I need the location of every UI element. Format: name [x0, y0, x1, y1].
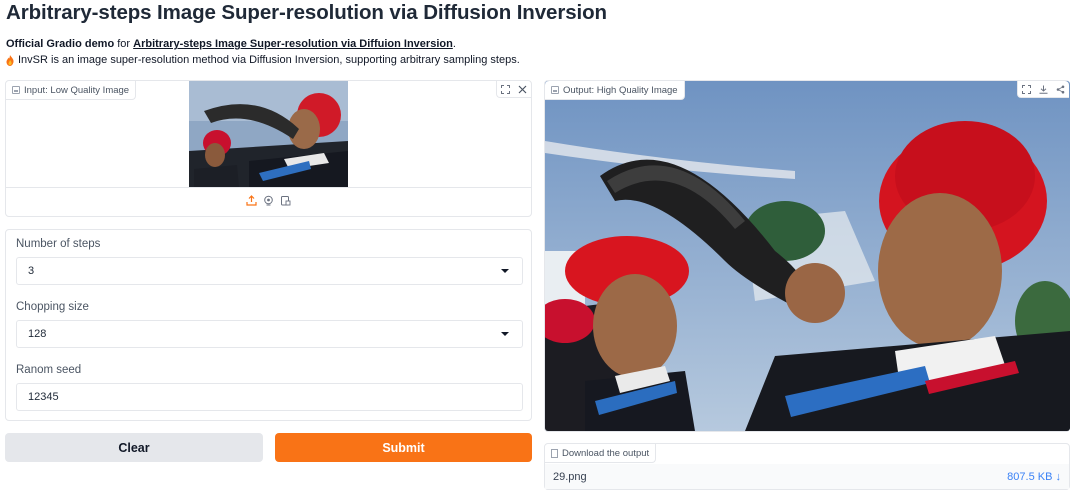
page-title: Arbitrary-steps Image Super-resolution v…	[6, 1, 607, 24]
chevron-down-icon	[501, 332, 509, 336]
output-image	[545, 81, 1070, 431]
fire-icon	[6, 54, 14, 66]
upload-icon[interactable]	[246, 193, 257, 211]
download-icon[interactable]	[1035, 81, 1052, 97]
file-name[interactable]: 29.png	[553, 471, 587, 483]
settings-panel: Number of steps 3 Chopping size 128 Rano…	[5, 229, 532, 421]
steps-label: Number of steps	[16, 238, 101, 250]
image-icon	[551, 86, 559, 94]
webcam-icon[interactable]	[263, 193, 274, 211]
download-panel: Download the output 29.png 807.5 KB ↓	[544, 443, 1070, 490]
output-image-panel: Output: High Quality Image	[544, 80, 1070, 432]
file-row[interactable]: 29.png 807.5 KB ↓	[545, 464, 1069, 489]
output-tools	[1017, 81, 1069, 98]
input-image-panel[interactable]: Input: Low Quality Image	[5, 80, 532, 217]
clear-button[interactable]: Clear	[5, 433, 263, 462]
description-end: .	[452, 38, 456, 50]
image-icon	[12, 86, 20, 94]
description-text: InvSR is an image super-resolution metho…	[18, 54, 520, 66]
description-bold: Official Gradio demo	[6, 38, 115, 50]
submit-button[interactable]: Submit	[275, 433, 532, 462]
chop-size-dropdown[interactable]: 128	[16, 320, 523, 348]
chop-value: 128	[28, 328, 47, 340]
input-image	[189, 81, 348, 187]
input-tools	[496, 81, 531, 98]
share-icon[interactable]	[1052, 81, 1069, 97]
seed-input[interactable]: 12345	[16, 383, 523, 411]
file-size-download-link[interactable]: 807.5 KB ↓	[1007, 471, 1061, 483]
fullscreen-icon[interactable]	[497, 81, 514, 97]
steps-value: 3	[28, 265, 35, 277]
description-line-1: Official Gradio demo for Arbitrary-steps…	[6, 38, 456, 50]
seed-value: 12345	[28, 391, 59, 403]
download-label: Download the output	[545, 444, 657, 463]
chop-label: Chopping size	[16, 301, 89, 313]
input-source-bar	[6, 187, 531, 216]
seed-label: Ranom seed	[16, 364, 82, 376]
output-image-label: Output: High Quality Image	[545, 81, 685, 100]
description-line-2: InvSR is an image super-resolution metho…	[6, 54, 520, 66]
steps-dropdown[interactable]: 3	[16, 257, 523, 285]
fullscreen-icon[interactable]	[1018, 81, 1035, 97]
close-icon[interactable]	[514, 81, 531, 97]
input-image-label: Input: Low Quality Image	[6, 81, 137, 100]
paper-link[interactable]: Arbitrary-steps Image Super-resolution v…	[133, 38, 453, 50]
clipboard-icon[interactable]	[280, 193, 291, 211]
description-for: for	[114, 38, 134, 50]
file-icon	[551, 448, 558, 458]
chevron-down-icon	[501, 269, 509, 273]
